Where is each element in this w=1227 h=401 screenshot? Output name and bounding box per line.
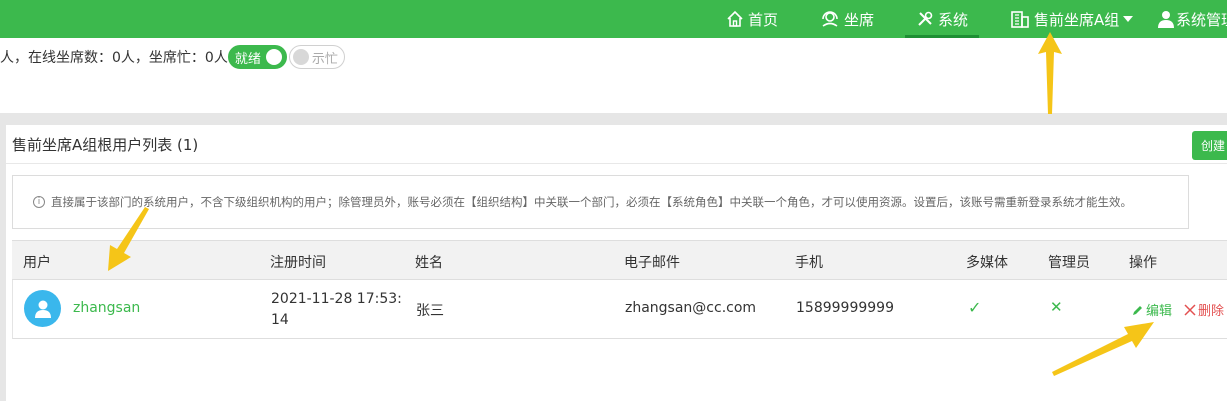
column-header-phone: 手机 [795, 255, 823, 271]
column-header-user: 用户 [23, 255, 51, 271]
divider [6, 163, 1227, 164]
column-header-admin: 管理员 [1048, 255, 1090, 271]
nav-item-user-menu[interactable]: 系统管理 [1158, 0, 1227, 38]
annotation-arrow-user [108, 207, 149, 271]
nav-label-agent: 坐席 [844, 10, 875, 29]
ready-toggle-label: 就绪 [234, 51, 261, 67]
full-name: 张三 [416, 303, 444, 319]
agent-status-row: 人，在线坐席数：0人，坐席忙：0人 就绪 示忙 [0, 44, 345, 70]
column-header-actions: 操作 [1129, 255, 1157, 271]
building-icon [1011, 11, 1029, 28]
user-icon [1158, 11, 1174, 28]
tools-icon [918, 11, 933, 26]
info-notice: i 直接属于该部门的系统用户，不含下级组织机构的用户；除管理员外，账号必须在【组… [12, 175, 1189, 229]
registered-time-line2: 14 [271, 312, 289, 328]
nav-label-system: 系统 [937, 10, 968, 29]
username-link[interactable]: zhangsan [73, 300, 140, 316]
column-header-name: 姓名 [415, 255, 443, 271]
agent-stats-text: 人，在线坐席数：0人，坐席忙：0人 [0, 50, 228, 66]
home-icon [727, 10, 743, 27]
toggle-knob [265, 49, 282, 65]
avatar [24, 290, 61, 327]
create-user-button[interactable]: 创建 [1192, 131, 1227, 160]
nav-label-home: 首页 [748, 10, 779, 29]
user-avatar-icon [34, 300, 51, 318]
table-row: zhangsan 2021-11-28 17:53: 14 张三 zhangsa… [12, 280, 1227, 339]
column-header-multimedia: 多媒体 [966, 255, 1008, 271]
table-header: 用户 注册时间 姓名 电子邮件 手机 多媒体 管理员 操作 [12, 240, 1227, 280]
toggle-knob [292, 49, 309, 65]
headset-icon [822, 11, 838, 27]
nav-item-group-dropdown[interactable]: 售前坐席A组 [1010, 0, 1138, 38]
nav-item-home[interactable]: 首页 [726, 0, 778, 38]
phone: 15899999999 [796, 300, 894, 316]
pencil-icon [1133, 305, 1142, 315]
nav-item-agent[interactable]: 坐席 [820, 0, 874, 38]
registered-time-line1: 2021-11-28 17:53: [271, 291, 402, 307]
close-icon [1184, 303, 1196, 316]
busy-toggle[interactable]: 示忙 [288, 45, 345, 69]
info-icon: i [33, 196, 45, 208]
nav-label-user: 系统管理 [1176, 10, 1227, 29]
left-gutter [0, 125, 6, 401]
nav-item-system[interactable]: 系统 [905, 0, 979, 38]
column-header-registered: 注册时间 [270, 255, 326, 271]
nav-active-indicator [905, 35, 979, 38]
panel-title: 售前坐席A组根用户列表 (1) [12, 136, 199, 154]
ready-toggle[interactable]: 就绪 [227, 45, 287, 69]
busy-toggle-label: 示忙 [311, 51, 338, 67]
column-header-email: 电子邮件 [624, 255, 680, 271]
admin-cross-icon: ✕ [1050, 298, 1063, 316]
delete-label: 删除 [1198, 304, 1225, 319]
multimedia-check-icon: ✓ [968, 298, 982, 317]
annotation-arrow-up [1038, 32, 1062, 114]
email: zhangsan@cc.com [625, 300, 757, 316]
notice-text: 直接属于该部门的系统用户，不含下级组织机构的用户；除管理员外，账号必须在【组织结… [51, 195, 1132, 209]
delete-button[interactable]: 删除 [1184, 300, 1224, 319]
caret-down-icon [1123, 16, 1134, 22]
nav-label-group: 售前坐席A组 [1034, 10, 1120, 29]
registered-time: 2021-11-28 17:53: 14 [271, 289, 402, 331]
annotation-arrow-edit [1052, 322, 1154, 376]
